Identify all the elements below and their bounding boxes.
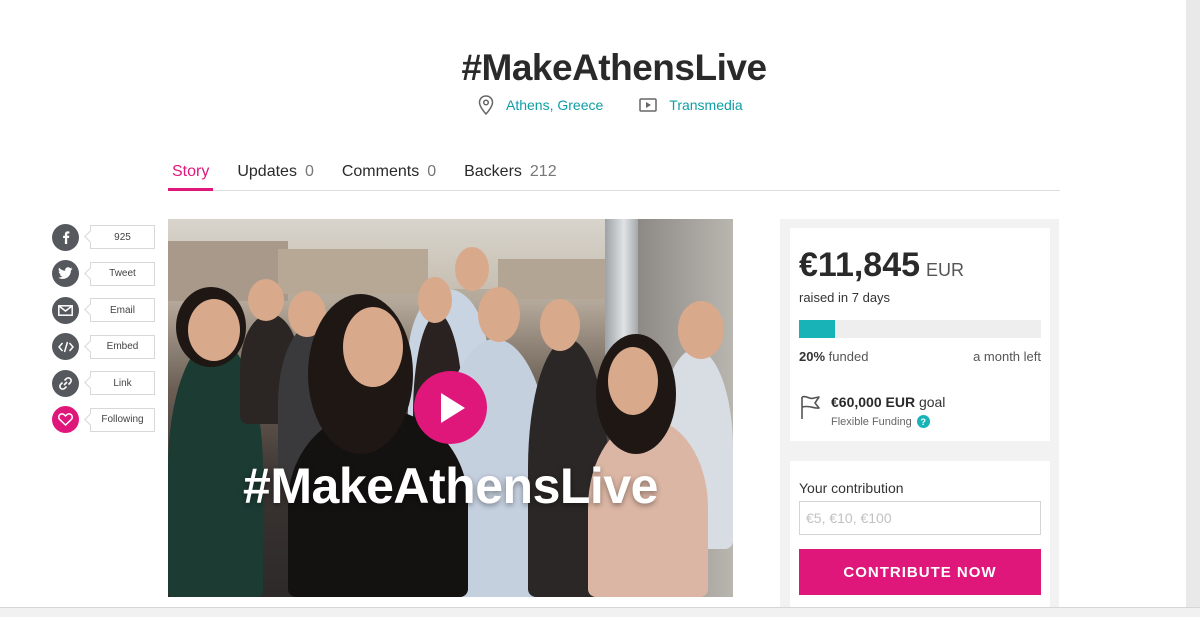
email-icon[interactable] [52, 296, 79, 324]
video-person-head [248, 279, 284, 321]
funded-percent-value: 20% [799, 349, 826, 364]
help-icon[interactable]: ? [916, 415, 930, 428]
share-bar: 925 Tweet Email Embed Link Following [52, 219, 155, 438]
time-left: a month left [973, 349, 1041, 364]
share-label: Following [90, 407, 155, 432]
share-email[interactable]: Email [52, 292, 155, 329]
funded-percent-label: funded [828, 349, 869, 364]
tab-label: Backers [464, 163, 522, 180]
map-pin-icon [478, 95, 494, 115]
video-person-head [678, 301, 724, 359]
amount-raised: €11,845 EUR [799, 246, 964, 285]
window-bottom-edge [0, 607, 1200, 617]
tab-count: 0 [304, 163, 314, 180]
heart-icon[interactable] [52, 406, 79, 434]
goal-amount: €60,000 EUR [831, 394, 916, 410]
funding-progress-fill [799, 320, 836, 338]
funding-type: Flexible Funding? [831, 415, 945, 428]
campaign-video[interactable]: #MakeAthensLive [168, 219, 733, 597]
contribution-card: Your contribution CONTRIBUTE NOW [790, 461, 1050, 611]
share-label: Link [90, 371, 155, 396]
video-category-icon [639, 98, 658, 112]
funding-card: €11,845 EUR raised in 7 days 20% funded … [790, 228, 1050, 441]
funded-percent: 20% funded [799, 349, 868, 364]
tab-count: 0 [427, 163, 437, 180]
contribution-input[interactable] [799, 501, 1041, 535]
embed-icon[interactable] [52, 333, 79, 361]
tab-story[interactable]: Story [168, 155, 214, 191]
category-link[interactable]: Transmedia [639, 97, 743, 113]
share-embed[interactable]: Embed [52, 329, 155, 366]
amount-value: €11,845 [799, 246, 921, 284]
tab-updates[interactable]: Updates 0 [233, 155, 318, 190]
tab-label: Story [172, 163, 210, 180]
location-link[interactable]: Athens, Greece [478, 95, 603, 115]
tab-count: 212 [529, 163, 557, 180]
tab-label: Comments [341, 163, 420, 180]
tab-comments[interactable]: Comments 0 [338, 155, 440, 190]
location-label: Athens, Greece [506, 97, 604, 113]
share-link[interactable]: Link [52, 365, 155, 402]
twitter-icon[interactable] [52, 260, 79, 288]
tab-label: Updates [237, 163, 297, 180]
amount-currency: EUR [926, 260, 965, 280]
video-person-head [188, 299, 240, 361]
video-person-head [343, 307, 403, 387]
video-person-head [418, 277, 452, 323]
funding-type-label: Flexible Funding [831, 415, 912, 428]
follow-button[interactable]: Following [52, 402, 155, 439]
share-facebook[interactable]: 925 [52, 219, 155, 256]
video-person-head [540, 299, 580, 351]
page-title: #MakeAthensLive [461, 46, 767, 88]
scrollbar[interactable] [1186, 0, 1200, 610]
share-label: Embed [90, 334, 155, 359]
flag-icon [801, 395, 820, 419]
tab-backers[interactable]: Backers 212 [460, 155, 561, 190]
campaign-tabs: Story Updates 0 Comments 0 Backers 212 [168, 155, 1060, 191]
share-label: Tweet [90, 261, 155, 286]
goal-amount-line: €60,000 EUR goal [831, 394, 945, 410]
share-label: Email [90, 298, 155, 323]
raised-duration: raised in 7 days [799, 290, 891, 305]
contribution-label: Your contribution [799, 480, 904, 496]
play-button[interactable] [414, 371, 487, 444]
video-person-head [608, 347, 658, 415]
link-icon[interactable] [52, 369, 79, 397]
share-twitter[interactable]: Tweet [52, 256, 155, 293]
goal-label: goal [918, 394, 946, 410]
video-person-head [455, 247, 489, 291]
video-person-head [478, 287, 520, 342]
video-overlay-title: #MakeAthensLive [243, 458, 658, 514]
video-background-building [278, 249, 428, 294]
contribute-now-button[interactable]: CONTRIBUTE NOW [799, 549, 1041, 595]
funding-progress-bar [799, 320, 1041, 338]
category-label: Transmedia [669, 97, 743, 113]
share-count: 925 [90, 225, 155, 250]
facebook-icon[interactable] [52, 223, 79, 251]
funding-goal: €60,000 EUR goal Flexible Funding? [799, 394, 945, 428]
play-icon [440, 392, 465, 423]
campaign-meta: Athens, Greece Transmedia [478, 92, 743, 118]
video-background-building [498, 259, 608, 299]
